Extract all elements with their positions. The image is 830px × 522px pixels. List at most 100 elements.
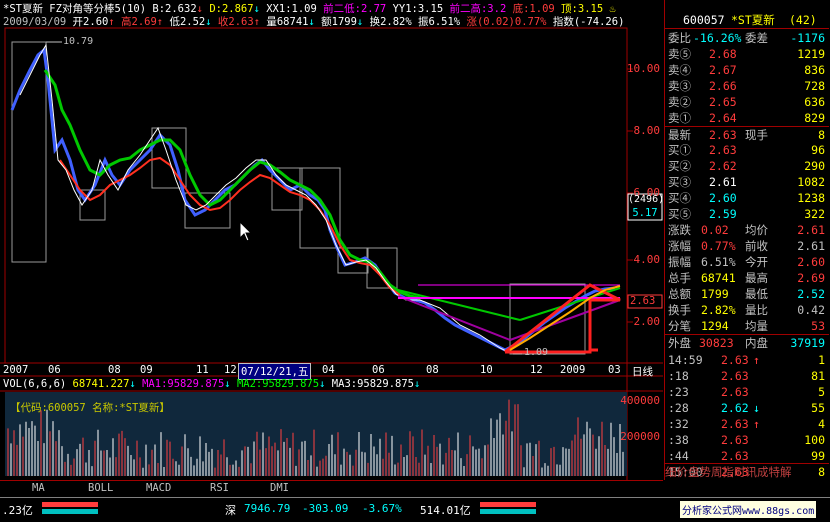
tick-arrow: ↓ xyxy=(753,401,760,415)
price-tick: 8.00 xyxy=(633,124,661,137)
stat-value: 1294 xyxy=(701,319,729,333)
stat-label: 涨幅 xyxy=(668,239,691,253)
price-tick: 10.00 xyxy=(626,62,660,75)
stock-count: (42) xyxy=(789,13,817,27)
stat-label: 最低 xyxy=(745,287,768,301)
outer-value: 30823 xyxy=(699,336,734,350)
sell-price: 2.64 xyxy=(709,111,737,125)
vol-info: 【代码:600057 名称:*ST夏新】 xyxy=(10,402,170,414)
latest-row: 最新 2.63 现手 8 xyxy=(665,126,829,143)
tick-row: :38 2.63 100 xyxy=(665,432,829,448)
tick-arrow: ↑ xyxy=(753,417,760,431)
chart-area[interactable]: *ST夏新 FZ对角等分棒5(10) B:2.632↓ D:2.867↓ XX1… xyxy=(0,0,665,480)
inout-row: 外盘 30823 内盘 37919 xyxy=(665,334,829,351)
latest-label: 最新 xyxy=(668,128,691,142)
sell-label: 卖① xyxy=(668,111,691,125)
tick-volume: 81 xyxy=(811,369,825,383)
price-box-top: (2496) xyxy=(628,194,665,205)
sell-volume: 728 xyxy=(804,79,825,93)
panel-footer[interactable]: 细价盘势周指时讯成特解 xyxy=(665,463,829,480)
current-label: 现手 xyxy=(745,128,768,142)
buy-volume: 1238 xyxy=(797,191,825,205)
buy-price: 2.62 xyxy=(709,159,737,173)
period-label[interactable]: 日线 xyxy=(632,364,653,379)
status-bar-strip-2 xyxy=(480,502,536,516)
vol-arrow: ↓ xyxy=(129,378,136,390)
tick-time: :44 xyxy=(668,449,689,463)
tick-row: :32 2.63 ↑ 4 xyxy=(665,416,829,432)
sell-label: 卖④ xyxy=(668,63,691,77)
time-tick: 06 xyxy=(372,364,385,376)
sell-price: 2.68 xyxy=(709,47,737,61)
stat-label: 总手 xyxy=(668,271,691,285)
buy-row: 买① 2.63 96 xyxy=(665,142,829,158)
buy-price: 2.60 xyxy=(709,191,737,205)
tick-volume: 5 xyxy=(818,385,825,399)
tick-arrow: ↑ xyxy=(753,353,760,367)
sell-label: 卖⑤ xyxy=(668,47,691,61)
tick-row: :28 2.62 ↓ 55 xyxy=(665,400,829,416)
stat-label: 分笔 xyxy=(668,319,691,333)
tick-price: 2.63 xyxy=(721,449,749,463)
tick-row: :18 2.63 81 xyxy=(665,368,829,384)
market-change: -303.09 xyxy=(302,502,349,515)
tick-row: 14:59 2.63 ↑ 1 xyxy=(665,352,829,368)
tick-time: :32 xyxy=(668,417,689,431)
vol-ma3: MA3:95829.875 xyxy=(331,378,414,390)
trend-purple-1 xyxy=(397,295,511,341)
stock-title-row: 600057 *ST夏新 (42) xyxy=(665,12,829,29)
tick-time: :38 xyxy=(668,433,689,447)
tick-volume: 55 xyxy=(811,401,825,415)
vol-ma3-arrow: ↓ xyxy=(413,378,421,390)
tab-dmi[interactable]: DMI xyxy=(270,482,289,494)
buy-volume: 322 xyxy=(804,207,825,221)
sell-row: 卖② 2.65 636 xyxy=(665,94,829,110)
market-index: 7946.79 xyxy=(244,502,291,515)
stat-value: 2.52 xyxy=(797,287,825,301)
stat-value: 1799 xyxy=(701,287,729,301)
buy-price: 2.59 xyxy=(709,207,737,221)
market-amount: 514.01亿 xyxy=(420,504,471,517)
stat-value: 53 xyxy=(811,319,825,333)
time-tick: 08 xyxy=(426,364,439,376)
tab-macd[interactable]: MACD xyxy=(146,482,171,494)
market-pct: -3.67% xyxy=(362,502,402,515)
buy-price: 2.61 xyxy=(709,175,737,189)
buy-row: 买④ 2.60 1238 xyxy=(665,190,829,206)
tab-rsi[interactable]: RSI xyxy=(210,482,229,494)
vol-name: VOL(6,6,6) xyxy=(3,378,67,390)
buy-label: 买① xyxy=(668,143,691,157)
tick-row: :23 2.63 5 xyxy=(665,384,829,400)
tick-row: :44 2.63 99 xyxy=(665,448,829,464)
inner-value: 37919 xyxy=(790,336,825,350)
vol-ma1: MA1:95829.875 xyxy=(142,378,225,390)
tick-price: 2.63 xyxy=(721,417,749,431)
market-label: 深 xyxy=(225,504,236,517)
buy-volume: 290 xyxy=(804,159,825,173)
stat-value: 0.42 xyxy=(797,303,825,317)
stat-value: 2.82% xyxy=(701,303,736,317)
tick-volume: 100 xyxy=(804,433,825,447)
status-bar-strip xyxy=(42,502,98,516)
weicha-label: 委差 xyxy=(745,31,768,45)
site-label[interactable]: 分析家公式网www.88gs.com xyxy=(680,501,817,518)
sell-row: 卖③ 2.66 728 xyxy=(665,78,829,94)
stat-label: 前收 xyxy=(745,239,768,253)
tick-price: 2.63 xyxy=(721,433,749,447)
time-tick: 09 xyxy=(140,364,153,376)
vol-value: 68741.227 xyxy=(72,378,130,390)
stat-label: 换手 xyxy=(668,303,691,317)
time-tick: 08 xyxy=(108,364,121,376)
tab-boll[interactable]: BOLL xyxy=(88,482,113,494)
weibi-row: 委比 -16.26% 委差 -1176 xyxy=(665,30,829,46)
vol-tick: 200000 xyxy=(620,430,660,443)
sell-price: 2.66 xyxy=(709,79,737,93)
tick-volume: 1 xyxy=(818,353,825,367)
sell-row: 卖⑤ 2.68 1219 xyxy=(665,46,829,62)
sell-price: 2.65 xyxy=(709,95,737,109)
trend-green-1 xyxy=(397,289,521,321)
sell-volume: 1219 xyxy=(797,47,825,61)
tab-ma[interactable]: MA xyxy=(32,482,45,494)
buy-row: 买② 2.62 290 xyxy=(665,158,829,174)
panel-footer-label[interactable]: 细价盘势周指时讯成特解 xyxy=(665,464,792,480)
